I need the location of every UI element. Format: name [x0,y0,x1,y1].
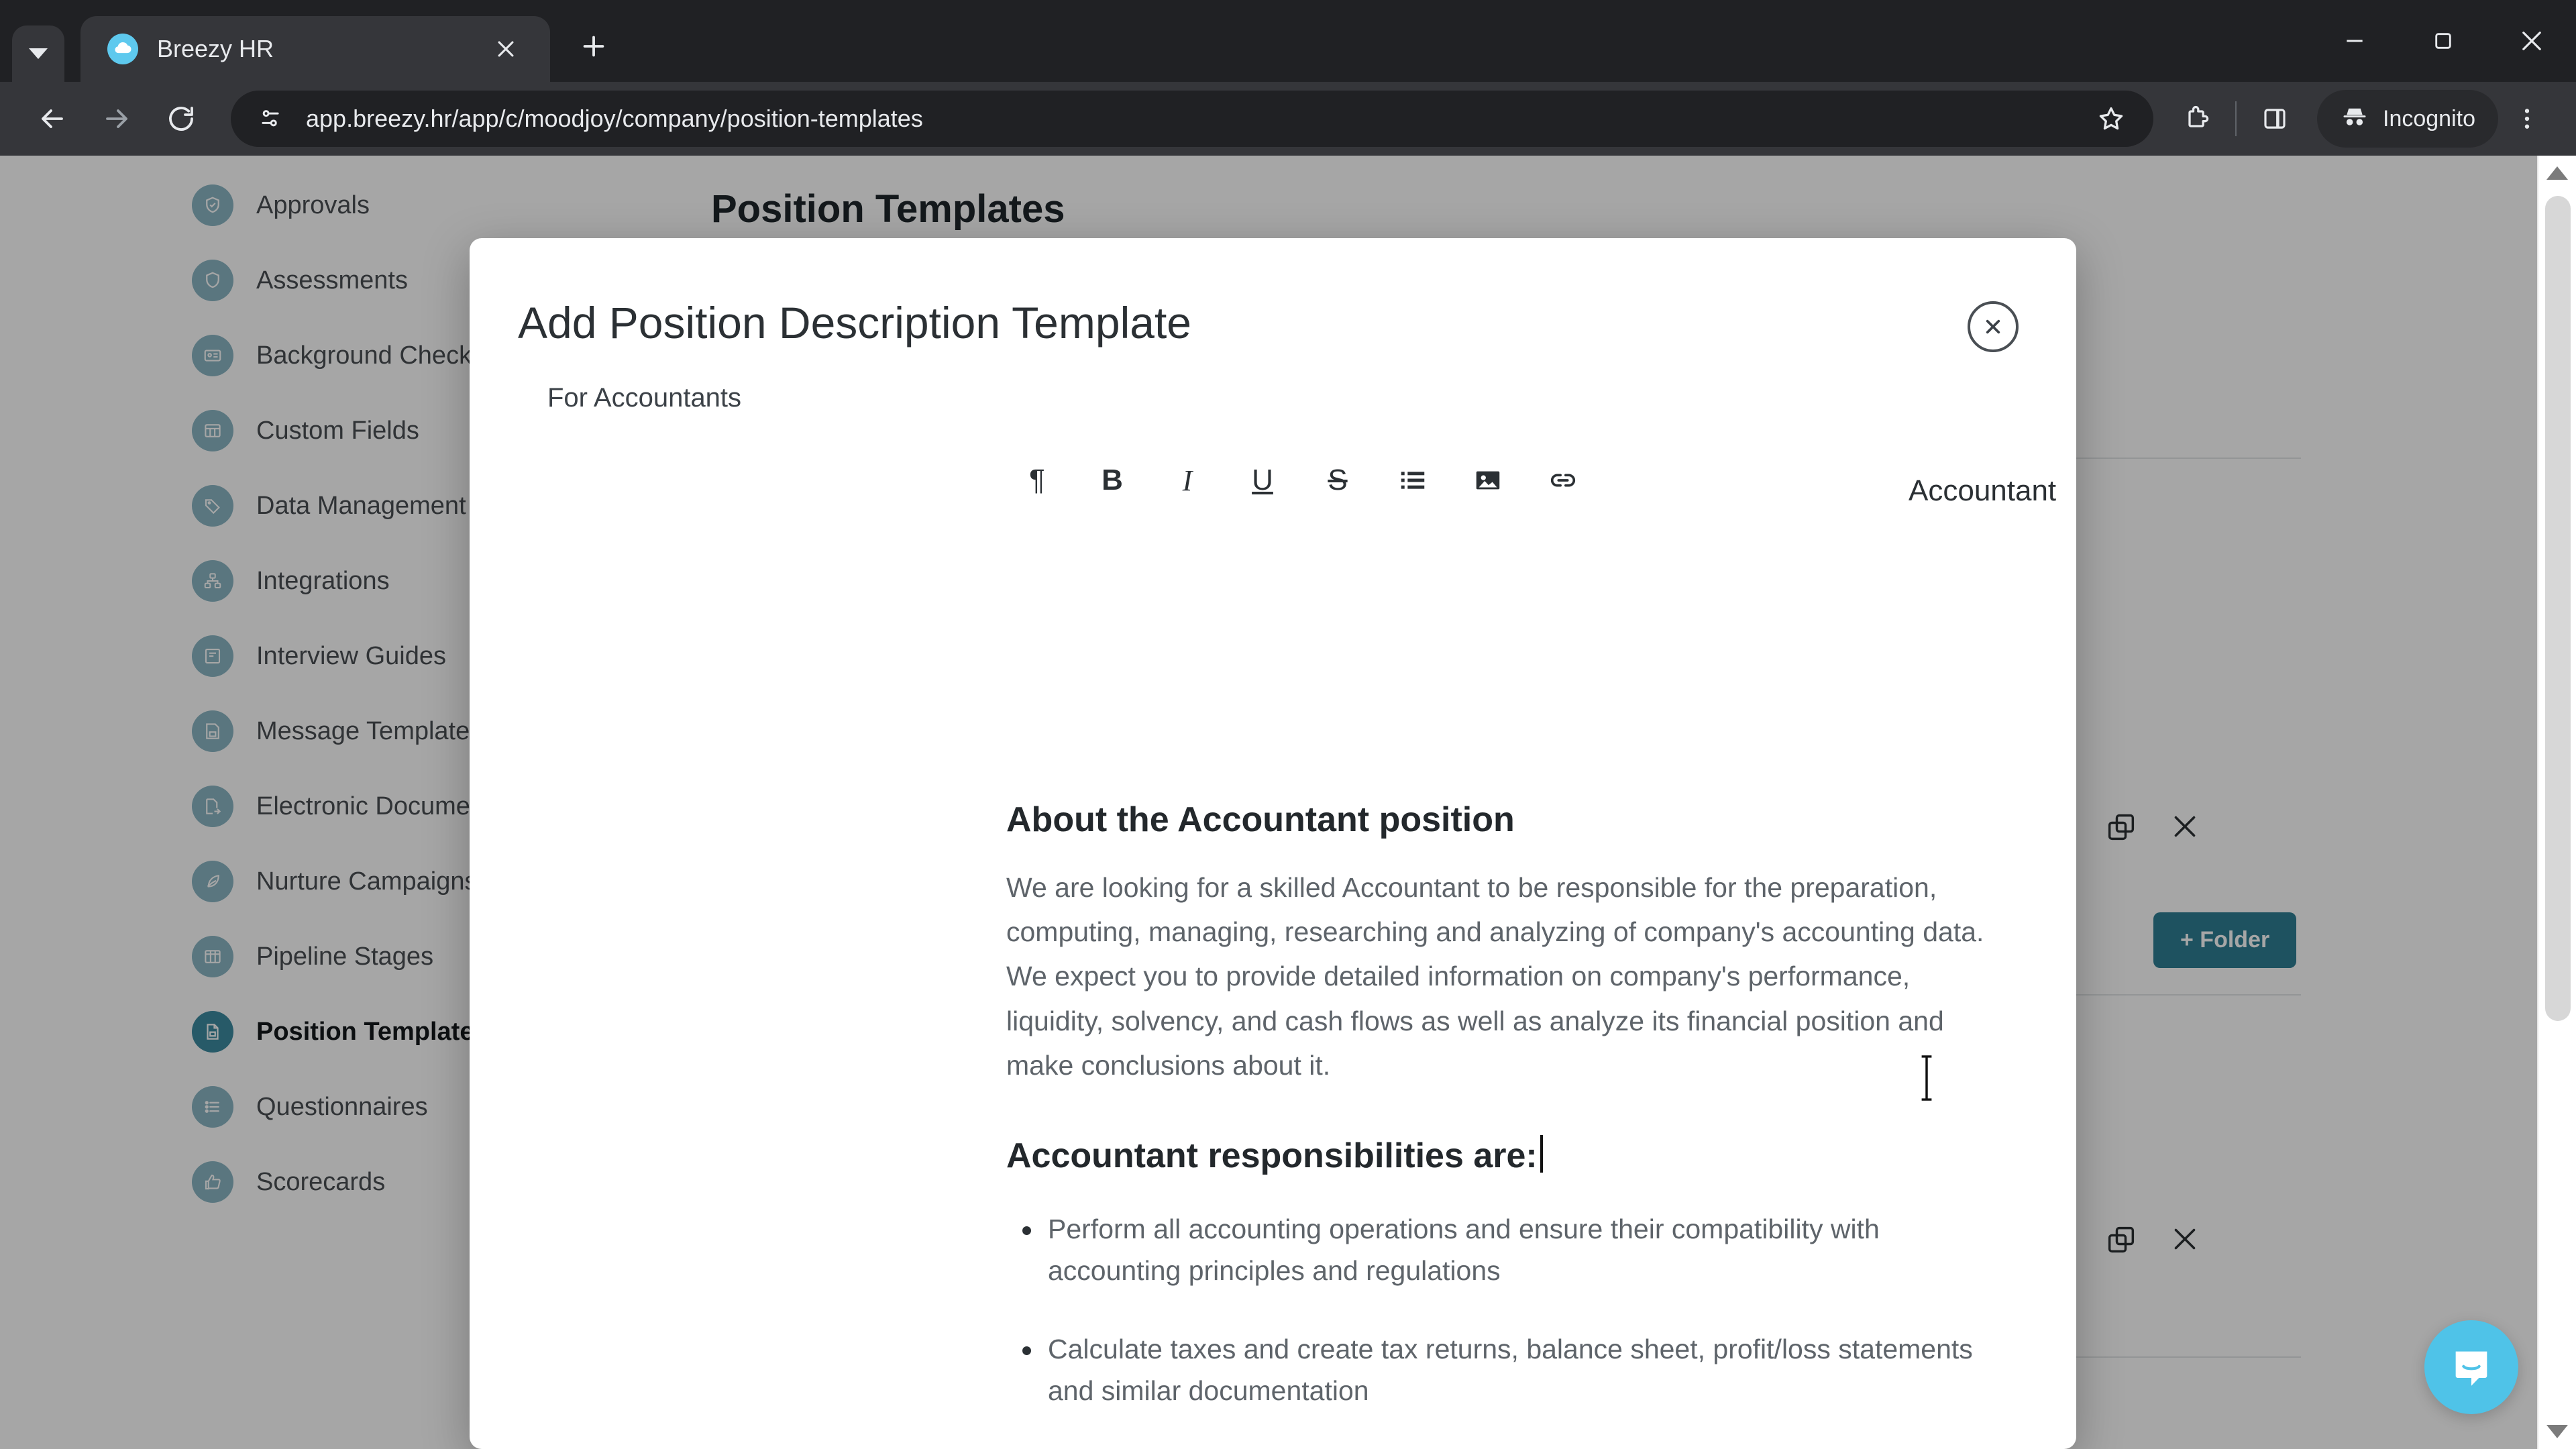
list-item: Perform all accounting operations and en… [1006,1209,1996,1291]
incognito-label: Incognito [2383,105,2475,131]
page-scrollbar[interactable] [2537,156,2576,1449]
role-dropdown[interactable]: Accountant [1909,460,2076,522]
bold-button[interactable]: B [1075,449,1150,511]
modal-title: Add Position Description Template [518,298,1191,347]
responsibilities-list: Perform all accounting operations and en… [1006,1209,1996,1449]
minimize-icon[interactable] [2310,0,2399,82]
incognito-hat-icon [2340,103,2369,136]
browser-window: Breezy HR app.breezy.hr/app/c/moodjoy/co… [0,0,2576,1449]
editor-content[interactable]: About the Accountant position We are loo… [470,755,2076,1449]
kebab-menu-icon[interactable] [2498,90,2556,148]
toolbar-divider [2235,101,2237,136]
page-viewport: Approvals Assessments Background Checks … [0,156,2576,1449]
template-name-value[interactable]: For Accountants [470,348,2076,413]
close-circle-icon[interactable] [1968,301,2019,352]
underline-button[interactable]: U [1225,449,1300,511]
tab-strip: Breezy HR [0,0,2576,82]
scroll-down-arrow[interactable] [2546,1425,2568,1438]
window-close-icon[interactable] [2487,0,2576,82]
incognito-indicator[interactable]: Incognito [2317,90,2498,148]
star-icon[interactable] [2088,95,2135,142]
breezy-cloud-icon [107,34,138,64]
tab-title: Breezy HR [157,35,274,62]
browser-toolbar: app.breezy.hr/app/c/moodjoy/company/posi… [0,82,2576,156]
responsibilities-heading: Accountant responsibilities are: [1006,1134,1543,1179]
arrow-right-icon[interactable] [85,87,149,151]
rich-text-toolbar: ¶ B I U S Accountant [470,440,2076,521]
extensions-puzzle-icon[interactable] [2168,90,2226,148]
scrollbar-thumb[interactable] [2545,196,2571,1021]
browser-tab[interactable]: Breezy HR [80,16,550,82]
insert-image-button[interactable] [1450,449,1525,511]
add-position-description-modal: Add Position Description Template For Ac… [470,238,2076,1449]
italic-button[interactable]: I [1150,449,1225,511]
intercom-chat-icon[interactable] [2424,1320,2518,1414]
site-settings-icon[interactable] [250,98,291,140]
tab-search-button[interactable] [12,25,64,82]
url-text: app.breezy.hr/app/c/moodjoy/company/posi… [306,105,923,132]
role-dropdown-value: Accountant [1909,474,2057,507]
about-position-paragraph: We are looking for a skilled Accountant … [1006,871,1984,1081]
insert-link-button[interactable] [1525,449,1601,511]
arrow-left-icon[interactable] [20,87,85,151]
paragraph-format-button[interactable]: ¶ [1000,449,1075,511]
about-position-heading: About the Accountant position [1006,800,1515,839]
list-item: Calculate taxes and create tax returns, … [1006,1329,1996,1411]
side-panel-icon[interactable] [2246,90,2304,148]
new-tab-button[interactable] [570,23,617,70]
window-controls [2310,0,2576,82]
address-bar[interactable]: app.breezy.hr/app/c/moodjoy/company/posi… [231,91,2153,147]
scroll-up-arrow[interactable] [2546,166,2568,180]
maximize-icon[interactable] [2399,0,2487,82]
strikethrough-button[interactable]: S [1300,449,1375,511]
bullet-list-button[interactable] [1375,449,1450,511]
chevron-down-icon [29,48,48,59]
reload-icon[interactable] [149,87,213,151]
text-cursor [1917,1053,1937,1103]
close-icon[interactable] [487,30,525,68]
